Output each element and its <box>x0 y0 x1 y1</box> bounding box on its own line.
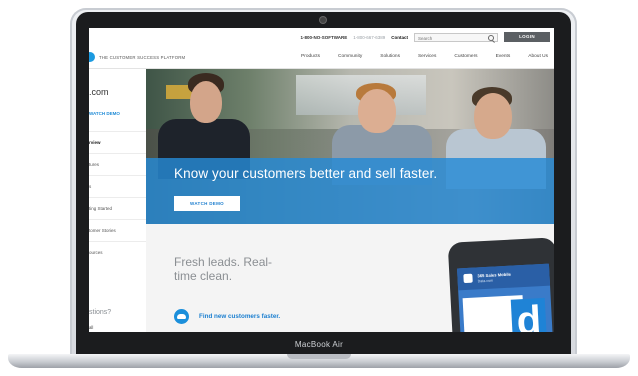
watch-demo-button[interactable]: WATCH DEMO <box>174 196 240 211</box>
app-title: 365 Sales Mobile <box>477 271 512 279</box>
sidebar-brand: .com <box>89 87 109 97</box>
lower-headline-line1: Fresh leads. Real- <box>174 255 273 269</box>
contact-link[interactable]: Contact <box>391 35 408 40</box>
app-subtitle: Data.com <box>477 278 494 284</box>
lower-headline: Fresh leads. Real- time clean. <box>174 255 272 283</box>
smartphone-screen: 365 Sales Mobile Data.com d <box>457 263 554 332</box>
search-input[interactable]: Search <box>414 32 498 42</box>
laptop-base-notch <box>287 354 351 359</box>
sidebar-item-customer-stories[interactable]: tomer Stories <box>89 219 146 241</box>
sidebar-menu: rview tures s ting Started tomer Stories… <box>89 131 146 263</box>
left-sidebar: .com WATCH DEMO rview tures s ting Start… <box>89 69 147 332</box>
phone-number-primary: 1-800-NO-SOFTWARE <box>300 34 348 40</box>
nav-item-services[interactable]: Services <box>418 54 436 59</box>
search-placeholder: Search <box>418 35 433 41</box>
sidebar-call-number[interactable]: 800-667-6389 <box>89 331 116 332</box>
search-icon[interactable] <box>488 34 494 41</box>
nav-item-customers[interactable]: Customers <box>454 54 477 59</box>
webcam <box>320 17 326 23</box>
sidebar-call-info: all 800-667-6389 <box>89 325 116 332</box>
login-button[interactable]: LOGIN <box>504 32 550 42</box>
nav-item-community[interactable]: Community <box>338 54 362 59</box>
sidebar-item-overview[interactable]: rview <box>89 131 146 153</box>
sidebar-item-pricing[interactable]: s <box>89 175 146 197</box>
nav-item-products[interactable]: Products <box>301 54 320 59</box>
find-customers-link[interactable]: Find new customers faster. <box>199 313 280 320</box>
sidebar-questions: stions? <box>89 309 112 316</box>
site-tagline: THE CUSTOMER SUCCESS PLATFORM <box>99 55 186 60</box>
logo-icon[interactable] <box>89 52 95 62</box>
phone-number-secondary: 1-800-667-6389 <box>353 34 386 40</box>
sidebar-item-getting-started[interactable]: ting Started <box>89 197 146 219</box>
hero-banner: Know your customers better and sell fast… <box>146 69 554 224</box>
lower-section: Fresh leads. Real- time clean. Find new … <box>146 224 554 332</box>
nav-item-solutions[interactable]: Solutions <box>380 54 400 59</box>
sidebar-item-features[interactable]: tures <box>89 153 146 175</box>
device-label: MacBook Air <box>294 340 344 349</box>
lower-headline-line2: time clean. <box>174 269 233 283</box>
cloud-icon <box>174 309 189 324</box>
sidebar-watch-demo-link[interactable]: WATCH DEMO <box>89 111 120 116</box>
nav-item-about-us[interactable]: About Us <box>528 54 548 59</box>
app-header: 365 Sales Mobile Data.com <box>457 263 551 291</box>
nav-menu: Products Community Solutions Services Cu… <box>301 54 548 59</box>
utility-bar: 1-800-NO-SOFTWARE 1-800-667-6389 Contact… <box>300 32 550 42</box>
laptop-screen: 1-800-NO-SOFTWARE 1-800-667-6389 Contact… <box>89 28 554 332</box>
sidebar-item-resources[interactable]: ources <box>89 241 146 263</box>
smartphone-image: 365 Sales Mobile Data.com d <box>447 237 554 332</box>
app-logo-icon <box>463 273 473 284</box>
data-com-logo-icon: d <box>510 297 548 332</box>
main-navigation: THE CUSTOMER SUCCESS PLATFORM Products C… <box>89 46 554 69</box>
hero-headline: Know your customers better and sell fast… <box>174 166 438 181</box>
nav-item-events[interactable]: Events <box>496 54 511 59</box>
